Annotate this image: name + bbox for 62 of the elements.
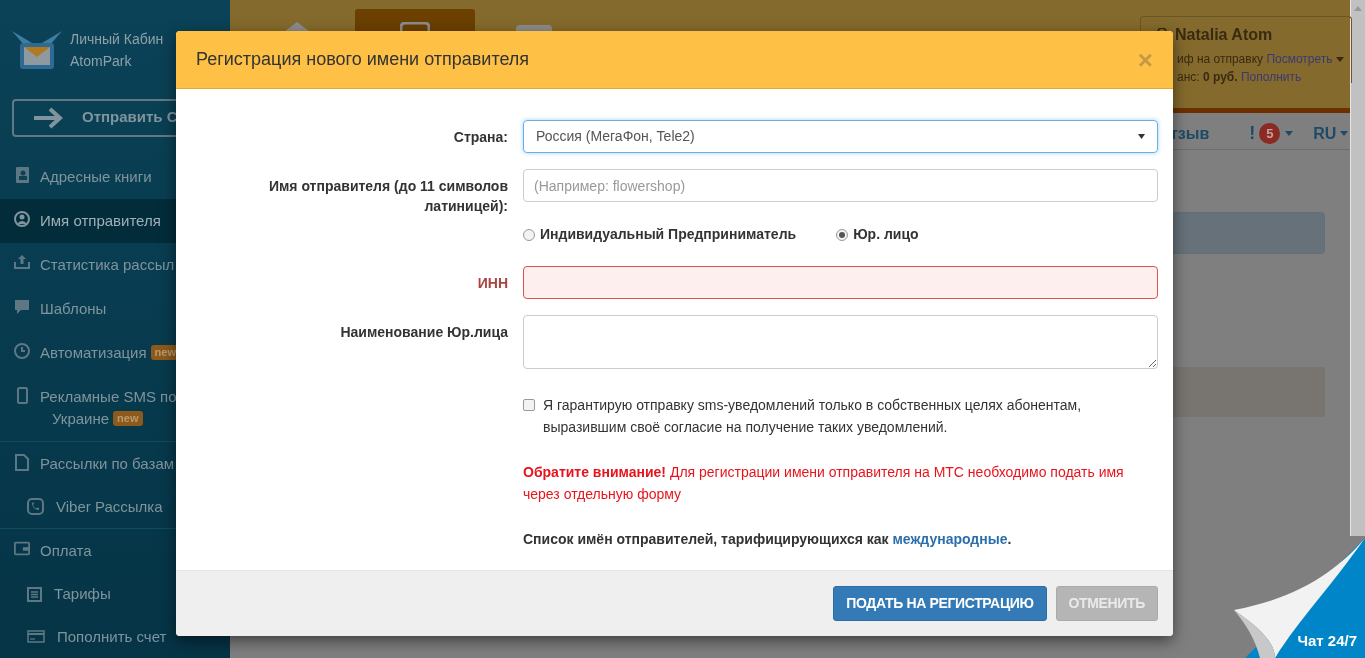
phone-icon: [16, 386, 28, 404]
sender-name-field[interactable]: (Например: flowershop): [523, 169, 1158, 202]
sidebar-item[interactable]: Статистика рассыл: [0, 242, 230, 287]
arrow-right-icon: [32, 106, 64, 129]
alert-icon[interactable]: !: [1249, 120, 1256, 147]
address-book-icon: [15, 166, 29, 183]
sidebar-subitem[interactable]: Пополнить счет: [0, 615, 230, 658]
modal-title: Регистрация нового имени отправителя: [196, 48, 530, 71]
tab-icon[interactable]: [515, 24, 553, 31]
list-icon: [27, 586, 42, 602]
caret-icon[interactable]: [1340, 131, 1349, 136]
brand-name: Личный Кабин: [70, 30, 164, 50]
company-name-field[interactable]: [523, 315, 1158, 369]
upload-icon: [14, 254, 30, 269]
radio-button[interactable]: [523, 228, 535, 241]
tariff-label: иф на отправку: [1177, 51, 1264, 68]
radio-option[interactable]: Юр. лицо: [836, 224, 919, 245]
radio-option[interactable]: Индивидуальный Предприниматель: [523, 224, 797, 245]
international-link[interactable]: международные: [892, 531, 1008, 547]
top-up-link[interactable]: Пополнить: [1240, 68, 1302, 86]
sidebar-item[interactable]: Шаблоны: [0, 286, 230, 331]
country-select[interactable]: Россия (МегаФон, Tele2): [523, 120, 1158, 153]
viber-icon: [27, 498, 44, 516]
submit-button[interactable]: ПОДАТЬ НА РЕГИСТРАЦИЮ: [833, 586, 1047, 621]
new-badge: new: [113, 411, 143, 426]
caret-icon[interactable]: [1285, 131, 1294, 136]
caret-icon: [1138, 134, 1145, 139]
warning-text: Обратите внимание! Для регистрации имени отправителя на МТС необходимо подать имя через отдельную форму: [523, 463, 1125, 504]
sidebar-subitem[interactable]: Viber Рассылка: [0, 485, 230, 528]
consent-text: Я гарантирую отправку sms-уведомлений только в собственных целях абонентам, выразившим своё согласие на получение таких уведомлений.: [543, 396, 1083, 437]
sidebar-subitem[interactable]: Тарифы: [0, 573, 230, 616]
alert-count-badge: 5: [1259, 123, 1281, 144]
field-label: ИНН: [476, 274, 508, 293]
radio-button[interactable]: [836, 228, 849, 241]
checkbox[interactable]: [523, 399, 535, 411]
field-label: Наименование Юр.лица: [339, 323, 508, 342]
user-name: Natalia Atom: [1175, 25, 1273, 45]
active-tab[interactable]: [355, 9, 475, 31]
scroll-up-icon[interactable]: [1354, 6, 1362, 11]
clock-icon: [14, 342, 30, 359]
note-text: Список имён отправителей, тарифицирующихся как международные.: [523, 530, 1013, 549]
chat-label[interactable]: Чат 24/7: [1297, 629, 1357, 652]
credit-card-icon: [27, 630, 45, 644]
brand-name: AtomPark: [70, 52, 133, 72]
sidebar-item[interactable]: Адресные книги: [0, 154, 230, 199]
sidebar-item[interactable]: Рассылки по базам: [0, 441, 230, 486]
field-label: Страна:: [452, 128, 508, 147]
sidebar-item[interactable]: Оплата: [0, 529, 230, 573]
field-label: Имя отправителя (до 11 символов латиницей):: [267, 177, 508, 216]
feedback-link[interactable]: тзыв: [1170, 121, 1210, 146]
language-selector[interactable]: RU: [1313, 121, 1337, 146]
balance-label: анс:: [1177, 69, 1200, 86]
wallet-icon: [14, 541, 30, 556]
sidebar-item[interactable]: Рекламные SMS по Украине new: [0, 374, 230, 441]
caret-icon[interactable]: [1335, 56, 1344, 62]
comment-icon: [14, 298, 30, 315]
file-icon: [15, 453, 29, 471]
balance-value: 0 руб.: [1203, 69, 1238, 86]
tariff-link[interactable]: Посмотреть: [1266, 50, 1333, 68]
inn-field[interactable]: [523, 266, 1158, 299]
user-circle-icon: [14, 210, 30, 227]
tab-icon: [400, 22, 430, 31]
